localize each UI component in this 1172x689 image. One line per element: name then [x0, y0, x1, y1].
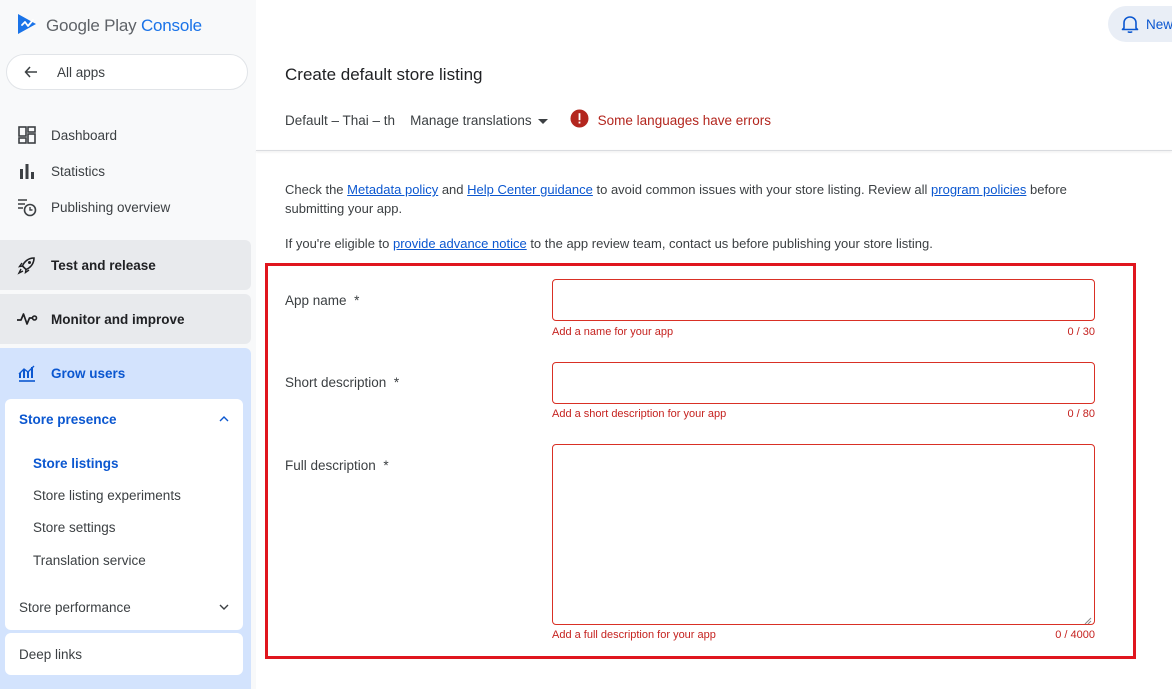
error-text: Some languages have errors — [597, 112, 772, 128]
label-text: Full description — [285, 458, 376, 473]
language-bar: Default – Thai – th Manage translations … — [285, 109, 771, 131]
short-description-label: Short description * — [285, 375, 399, 390]
store-presence-label: Store presence — [19, 411, 117, 427]
required-marker: * — [354, 293, 360, 308]
full-description-textarea[interactable] — [552, 444, 1095, 625]
dashboard-icon — [16, 124, 38, 146]
back-arrow-icon — [19, 60, 43, 84]
app-name-label: App name * — [285, 293, 359, 308]
play-console-logo[interactable]: Google Play Console — [16, 12, 202, 40]
manage-translations-label: Manage translations — [410, 112, 532, 128]
play-console-logo-icon — [16, 12, 38, 41]
resize-handle-icon[interactable] — [1082, 612, 1092, 625]
all-apps-label: All apps — [57, 64, 106, 80]
all-apps-button[interactable]: All apps — [6, 54, 248, 90]
store-performance-toggle[interactable]: Store performance — [5, 586, 243, 628]
sidebar-item-store-listings[interactable]: Store listings — [33, 456, 119, 471]
full-description-counter: 0 / 4000 — [1055, 629, 1095, 641]
grow-users-header[interactable]: Grow users — [0, 348, 251, 398]
app-name-counter: 0 / 30 — [1067, 326, 1095, 338]
deep-links-label: Deep links — [19, 646, 83, 662]
bar-chart-icon — [16, 160, 38, 182]
bell-icon — [1120, 14, 1140, 34]
short-description-input[interactable] — [552, 362, 1095, 404]
app-name-error: Add a name for your app — [552, 326, 674, 338]
sidebar-item-store-listing-experiments[interactable]: Store listing experiments — [33, 488, 181, 503]
dropdown-arrow-icon — [537, 113, 548, 128]
manage-translations-button[interactable]: Manage translations — [410, 113, 548, 128]
sidebar-item-label: Publishing overview — [51, 199, 171, 215]
short-description-error: Add a short description for your app — [552, 408, 727, 420]
grow-users-icon — [16, 362, 38, 384]
advance-notice-text: If you're eligible to provide advance no… — [285, 234, 1085, 253]
label-text: App name — [285, 293, 347, 308]
full-description-label: Full description * — [285, 458, 389, 473]
publishing-overview-icon — [16, 196, 38, 218]
chevron-down-icon — [217, 600, 231, 614]
sidebar-section-grow-users: Grow users Store presence Store listings… — [0, 348, 251, 689]
sidebar-section-test-and-release[interactable]: Test and release — [0, 240, 251, 290]
grow-users-label: Grow users — [51, 365, 126, 381]
required-marker: * — [383, 458, 389, 473]
required-marker: * — [393, 375, 400, 390]
label-text: Short description — [285, 375, 387, 390]
deep-links-item[interactable]: Deep links — [5, 633, 243, 675]
metadata-policy-link[interactable]: Metadata policy — [347, 182, 438, 197]
text: to the app review team, contact us befor… — [526, 236, 933, 251]
store-presence-toggle[interactable]: Store presence — [5, 399, 243, 439]
deep-links-row[interactable]: Deep links — [5, 633, 243, 675]
sidebar: Google Play Console All apps Dashboard S… — [0, 0, 256, 689]
provide-advance-notice-link[interactable]: provide advance notice — [393, 236, 527, 251]
sidebar-item-publishing-overview[interactable]: Publishing overview — [0, 189, 256, 225]
logo-text: Google Play Console — [46, 16, 202, 35]
app-name-input[interactable] — [552, 279, 1095, 321]
sidebar-section-label: Test and release — [51, 257, 156, 273]
sidebar-item-dashboard[interactable]: Dashboard — [0, 117, 256, 153]
sidebar-item-label: Dashboard — [51, 127, 118, 143]
sidebar-item-store-settings[interactable]: Store settings — [33, 520, 116, 535]
notifications-label: New — [1146, 16, 1172, 32]
language-errors-indicator[interactable]: Some languages have errors — [570, 109, 771, 131]
store-performance-group[interactable]: Store performance — [5, 586, 243, 628]
rocket-icon — [16, 254, 38, 276]
text: and — [438, 182, 468, 197]
current-language[interactable]: Default – Thai – th — [285, 113, 395, 128]
page-title: Create default store listing — [285, 65, 483, 84]
text: Check the — [285, 182, 348, 197]
sidebar-section-label: Monitor and improve — [51, 311, 185, 327]
sidebar-item-label: Statistics — [51, 163, 106, 179]
chevron-up-icon — [217, 412, 231, 426]
program-policies-link[interactable]: program policies — [931, 182, 1026, 197]
full-description-error: Add a full description for your app — [552, 629, 716, 641]
notifications-button[interactable]: New — [1108, 6, 1172, 42]
error-icon — [570, 109, 589, 131]
text: If you're eligible to — [285, 236, 393, 251]
text: to avoid common issues with your store l… — [592, 182, 932, 197]
help-center-guidance-link[interactable]: Help Center guidance — [467, 182, 593, 197]
sidebar-section-monitor-and-improve[interactable]: Monitor and improve — [0, 294, 251, 344]
sidebar-item-translation-service[interactable]: Translation service — [33, 553, 146, 568]
policy-notice: Check the Metadata policy and Help Cente… — [285, 180, 1085, 218]
vitals-icon — [16, 308, 38, 330]
header-divider — [256, 150, 1172, 151]
store-performance-label: Store performance — [19, 599, 131, 615]
short-description-counter: 0 / 80 — [1067, 408, 1095, 420]
sidebar-item-statistics[interactable]: Statistics — [0, 153, 256, 189]
